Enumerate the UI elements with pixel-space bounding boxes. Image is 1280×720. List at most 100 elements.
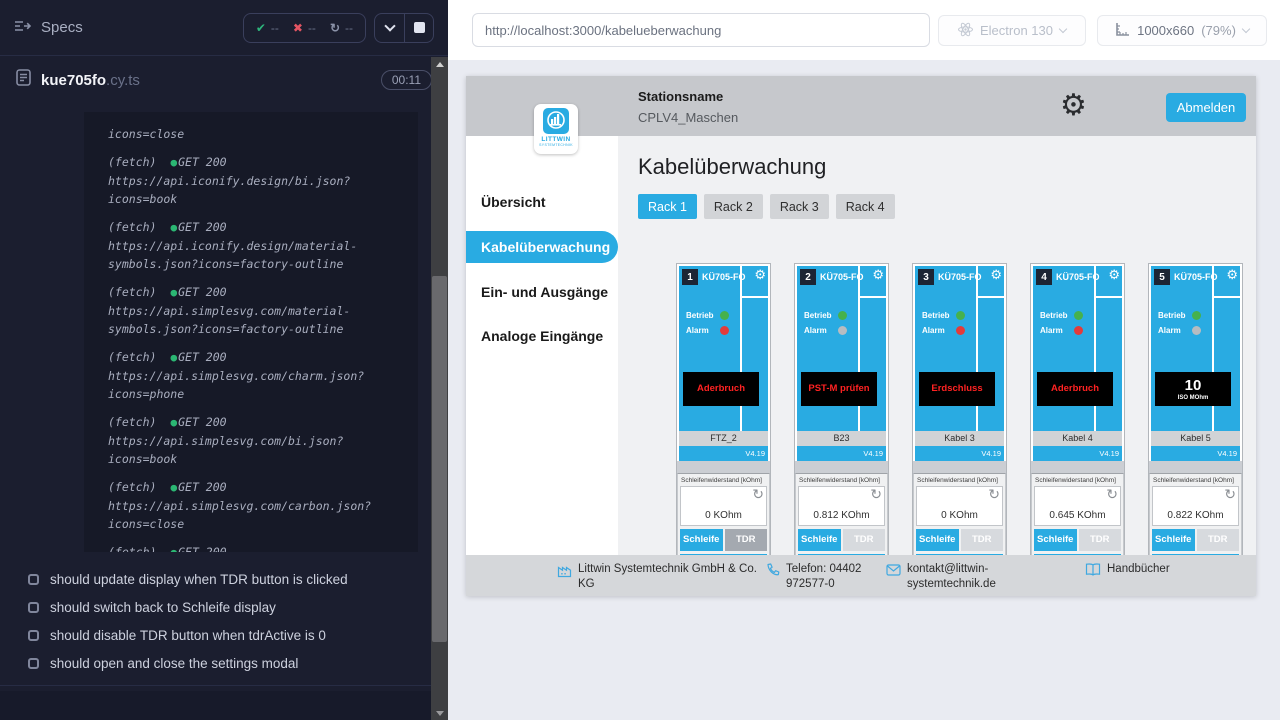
url-input[interactable] [472,13,930,47]
sidebar-item-uebersicht[interactable]: Übersicht [466,194,618,210]
tab-rack-2[interactable]: Rack 2 [704,194,763,219]
schleife-button[interactable]: Schleife [1034,529,1077,551]
card-settings-gear-icon[interactable]: ⚙ [1108,267,1120,283]
littwin-logo: LITTWIN SYSTEMTECHNIK [534,104,578,154]
phone-icon [766,563,780,592]
refresh-icon[interactable]: ↻ [1224,486,1236,503]
status-dot: ● [170,546,177,552]
tdr-button-disabled: TDR [1079,529,1122,551]
status-dot: ● [170,156,177,169]
alarm-display: Erdschluss [919,372,995,406]
logout-button[interactable]: Abmelden [1166,93,1246,122]
betrieb-led [720,311,729,320]
test-item[interactable]: should update display when TDR button is… [0,565,448,593]
log-entry[interactable]: (fetch)●GET 200 https://api.simplesvg.co… [108,283,408,338]
log-entry[interactable]: (fetch)●GET 200 https://api.iconify.desi… [108,153,408,208]
specs-toggle[interactable]: Specs [14,19,83,37]
resistance-value: 0.812 KOhm [799,510,884,521]
resistance-value: 0.822 KOhm [1153,510,1238,521]
refresh-icon[interactable]: ↻ [752,486,764,503]
test-list: should update display when TDR button is… [0,565,448,677]
log-entry[interactable]: (fetch)●GET 200 https://api.simplesvg.co… [108,413,408,468]
resistance-label: Schleifenwiderstand [kOhm] [916,476,1003,486]
firmware-version: V4.19 [797,446,886,461]
footer-company: Littwin Systemtechnik GmbH & Co. KG [557,562,760,592]
refresh-icon: ↻ [330,21,340,35]
viewport-selector[interactable]: 1000x660 (79%) [1097,15,1267,46]
stat-pending: ↻-- [330,21,353,35]
refresh-icon[interactable]: ↻ [988,486,1000,503]
resistance-value: 0 KOhm [917,510,1002,521]
tab-rack-1[interactable]: Rack 1 [638,194,697,219]
sidebar-item-analoge-eingaenge[interactable]: Analoge Eingänge [466,328,618,344]
test-pending-icon [28,602,39,613]
footer-phone[interactable]: Telefon: 04402 972577-0 [766,562,878,592]
cypress-panel: Specs ✔-- ✖-- ↻-- kue705fo.cy.ts 00:11 i… [0,0,448,720]
footer-handbooks[interactable]: Handbücher [1085,562,1170,581]
stat-passed: ✔-- [256,21,279,35]
device-card: 5 KÜ705-FO ⚙ Betrieb Alarm 10 ISO MOhm K… [1148,263,1243,569]
chevron-down-icon [384,20,395,31]
resistance-display: ↻ 0 KOhm [916,486,1003,526]
scrollbar[interactable] [431,57,448,720]
device-card: 1 KÜ705-FO ⚙ Betrieb Alarm Aderbruch FTZ… [676,263,771,569]
status-dot: ● [170,481,177,494]
specs-label: Specs [41,19,83,36]
scroll-down-arrow[interactable] [431,706,448,720]
card-model: KÜ705-FO [938,272,982,282]
collapse-button[interactable] [375,14,404,42]
card-settings-gear-icon[interactable]: ⚙ [990,267,1002,283]
test-item[interactable]: should disable TDR button when tdrActive… [0,621,448,649]
rack-tabs: Rack 1 Rack 2 Rack 3 Rack 4 [638,194,895,219]
alarm-led [1074,326,1083,335]
browser-selector[interactable]: Electron 130 [938,15,1086,46]
refresh-icon[interactable]: ↻ [870,486,882,503]
card-number: 5 [1154,269,1170,285]
test-pending-icon [28,574,39,585]
resistance-display: ↻ 0.812 KOhm [798,486,885,526]
stop-button[interactable] [404,14,433,42]
log-entry[interactable]: (fetch)●GET 200 https://api.simplesvg.co… [108,543,408,552]
log-continuation-line: icons=close [108,125,408,143]
sidebar-item-ein-und-ausgaenge[interactable]: Ein- und Ausgänge [466,284,618,300]
status-dot: ● [170,221,177,234]
card-settings-gear-icon[interactable]: ⚙ [1226,267,1238,283]
alarm-display: Aderbruch [683,372,759,406]
x-icon: ✖ [293,21,303,35]
log-entry[interactable]: (fetch)●GET 200 https://api.simplesvg.co… [108,478,408,533]
tdr-button[interactable]: TDR [725,529,768,551]
log-entry[interactable]: (fetch)●GET 200 https://api.iconify.desi… [108,218,408,273]
tab-rack-4[interactable]: Rack 4 [836,194,895,219]
browser-top-bar: Electron 130 1000x660 (79%) [448,0,1280,60]
tab-rack-3[interactable]: Rack 3 [770,194,829,219]
schleife-button[interactable]: Schleife [798,529,841,551]
tdr-button-disabled: TDR [1197,529,1240,551]
app-footer: Littwin Systemtechnik GmbH & Co. KG Tele… [466,555,1256,596]
schleife-button[interactable]: Schleife [916,529,959,551]
settings-gear-icon[interactable]: ⚙ [1060,88,1087,124]
spec-file-row[interactable]: kue705fo.cy.ts 00:11 [0,56,448,104]
logo-subtext: SYSTEMTECHNIK [539,143,573,147]
test-item[interactable]: should open and close the settings modal [0,649,448,677]
card-model: KÜ705-FO [1174,272,1218,282]
tdr-button-disabled: TDR [843,529,886,551]
status-dot: ● [170,416,177,429]
refresh-icon[interactable]: ↻ [1106,486,1118,503]
measurement-display: 10 ISO MOhm [1155,372,1231,406]
card-settings-gear-icon[interactable]: ⚙ [872,267,884,283]
test-stats: ✔-- ✖-- ↻-- [243,13,366,43]
device-card: 2 KÜ705-FO ⚙ Betrieb Alarm PST-M prüfen … [794,263,889,569]
divider [0,685,448,686]
sidebar-item-kabelueberwachung[interactable]: Kabelüberwachung [466,231,618,263]
footer-email[interactable]: kontakt@littwin-systemtechnik.de [886,562,1019,592]
schleife-button[interactable]: Schleife [680,529,723,551]
scroll-up-arrow[interactable] [431,57,448,71]
card-settings-gear-icon[interactable]: ⚙ [754,267,766,283]
scrollbar-thumb[interactable] [432,276,447,642]
schleife-button[interactable]: Schleife [1152,529,1195,551]
app-header: Stationsname CPLV4_Maschen ⚙ Abmelden [466,76,1256,136]
log-entry[interactable]: (fetch)●GET 200 https://api.simplesvg.co… [108,348,408,403]
betrieb-led [956,311,965,320]
device-card: 4 KÜ705-FO ⚙ Betrieb Alarm Aderbruch Kab… [1030,263,1125,569]
test-item[interactable]: should switch back to Schleife display [0,593,448,621]
